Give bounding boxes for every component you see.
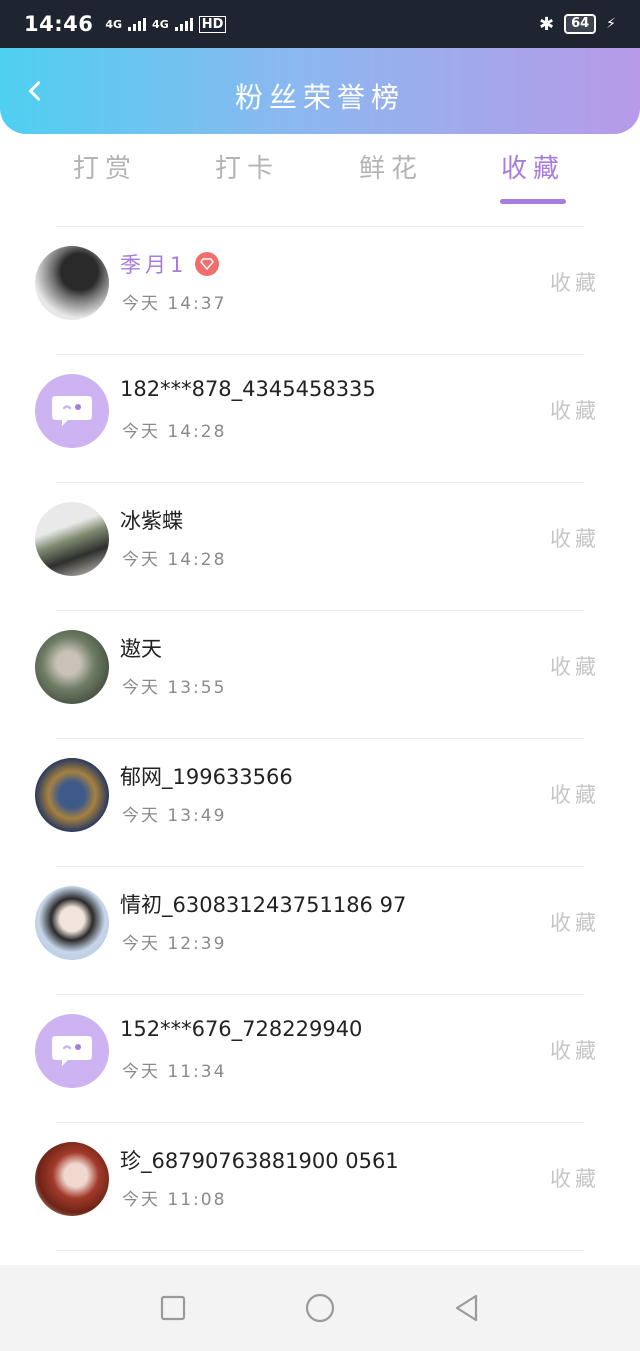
bluetooth-icon: ✱ [538, 13, 555, 35]
status-time: 14:46 [24, 12, 94, 36]
tab-label: 鲜花 [358, 154, 423, 184]
circle-icon [305, 1293, 335, 1323]
fan-list: 季月1 今天 14:37 收藏 182***878_4345458335 今天 … [0, 226, 640, 1251]
list-item[interactable]: 季月1 今天 14:37 收藏 [0, 227, 640, 354]
favorite-action: 收藏 [550, 399, 600, 423]
favorite-action: 收藏 [550, 783, 600, 807]
timestamp: 今天 12:39 [122, 934, 227, 954]
avatar[interactable] [35, 886, 109, 960]
tab-label: 收藏 [500, 154, 565, 184]
system-back-button[interactable] [447, 1288, 487, 1328]
recent-apps-button[interactable] [153, 1288, 193, 1328]
network-label-1: 4G [105, 17, 123, 31]
signal-indicators: 4G 4G HD [105, 15, 227, 33]
user-name: 情初_630831243751186 97 [120, 893, 407, 917]
timestamp: 今天 13:49 [122, 806, 227, 826]
user-name: 152***676_728229940 [120, 1017, 363, 1041]
avatar[interactable] [35, 1142, 109, 1216]
status-bar: 14:46 4G 4G HD ✱ 64 ⚡ [0, 0, 640, 48]
favorite-action: 收藏 [550, 271, 600, 295]
user-name: 季月1 [120, 253, 188, 277]
signal-icon [128, 17, 147, 31]
tab-label: 打赏 [72, 154, 137, 184]
tab-flowers[interactable]: 鲜花 [336, 148, 446, 204]
user-name: 珍_68790763881900 0561 [120, 1149, 399, 1173]
avatar[interactable] [35, 1014, 109, 1088]
favorite-action: 收藏 [550, 527, 600, 551]
user-name: 冰紫蝶 [120, 509, 183, 533]
system-nav-bar [0, 1265, 640, 1351]
timestamp: 今天 14:28 [122, 550, 227, 570]
chat-bubble-icon [52, 396, 92, 426]
favorite-action: 收藏 [550, 1039, 600, 1063]
list-item[interactable]: 遨天 今天 13:55 收藏 [0, 611, 640, 738]
list-item[interactable]: 182***878_4345458335 今天 14:28 收藏 [0, 355, 640, 482]
timestamp: 今天 14:37 [122, 294, 227, 314]
charging-icon: ⚡ [606, 16, 616, 32]
timestamp: 今天 11:08 [122, 1190, 227, 1210]
active-tab-indicator [500, 199, 566, 204]
avatar[interactable] [35, 758, 109, 832]
user-name: 遨天 [120, 637, 162, 661]
timestamp: 今天 13:55 [122, 678, 227, 698]
tab-favorites[interactable]: 收藏 [478, 148, 588, 204]
hd-label: HD [198, 15, 227, 33]
list-item[interactable]: 冰紫蝶 今天 14:28 收藏 [0, 483, 640, 610]
divider [56, 1250, 584, 1251]
avatar[interactable] [35, 374, 109, 448]
timestamp: 今天 14:28 [122, 422, 227, 442]
avatar[interactable] [35, 630, 109, 704]
network-label-2: 4G [152, 17, 169, 31]
list-item[interactable]: 郁网_199633566 今天 13:49 收藏 [0, 739, 640, 866]
signal-icon [174, 17, 193, 31]
header: 粉丝荣誉榜 [0, 48, 640, 134]
diamond-icon [195, 252, 220, 276]
avatar[interactable] [35, 502, 109, 576]
list-item[interactable]: 珍_68790763881900 0561 今天 11:08 收藏 [0, 1123, 640, 1250]
square-icon [161, 1295, 186, 1321]
timestamp: 今天 11:34 [122, 1062, 227, 1082]
page-title: 粉丝荣誉榜 [234, 81, 405, 114]
user-name: 郁网_199633566 [120, 765, 293, 789]
list-item[interactable]: 情初_630831243751186 97 今天 12:39 收藏 [0, 867, 640, 994]
chat-bubble-icon [52, 1036, 92, 1066]
tab-checkin[interactable]: 打卡 [192, 148, 302, 204]
battery-level: 64 [564, 14, 597, 34]
tab-label: 打卡 [214, 154, 279, 184]
list-item[interactable]: 152***676_728229940 今天 11:34 收藏 [0, 995, 640, 1122]
user-name: 182***878_4345458335 [120, 377, 376, 401]
favorite-action: 收藏 [550, 911, 600, 935]
home-button[interactable] [300, 1288, 340, 1328]
tab-reward[interactable]: 打赏 [50, 148, 160, 204]
favorite-action: 收藏 [550, 655, 600, 679]
tab-bar: 打赏 打卡 鲜花 收藏 [0, 134, 640, 210]
avatar[interactable] [35, 246, 109, 320]
triangle-back-icon [455, 1294, 477, 1322]
favorite-action: 收藏 [550, 1167, 600, 1191]
